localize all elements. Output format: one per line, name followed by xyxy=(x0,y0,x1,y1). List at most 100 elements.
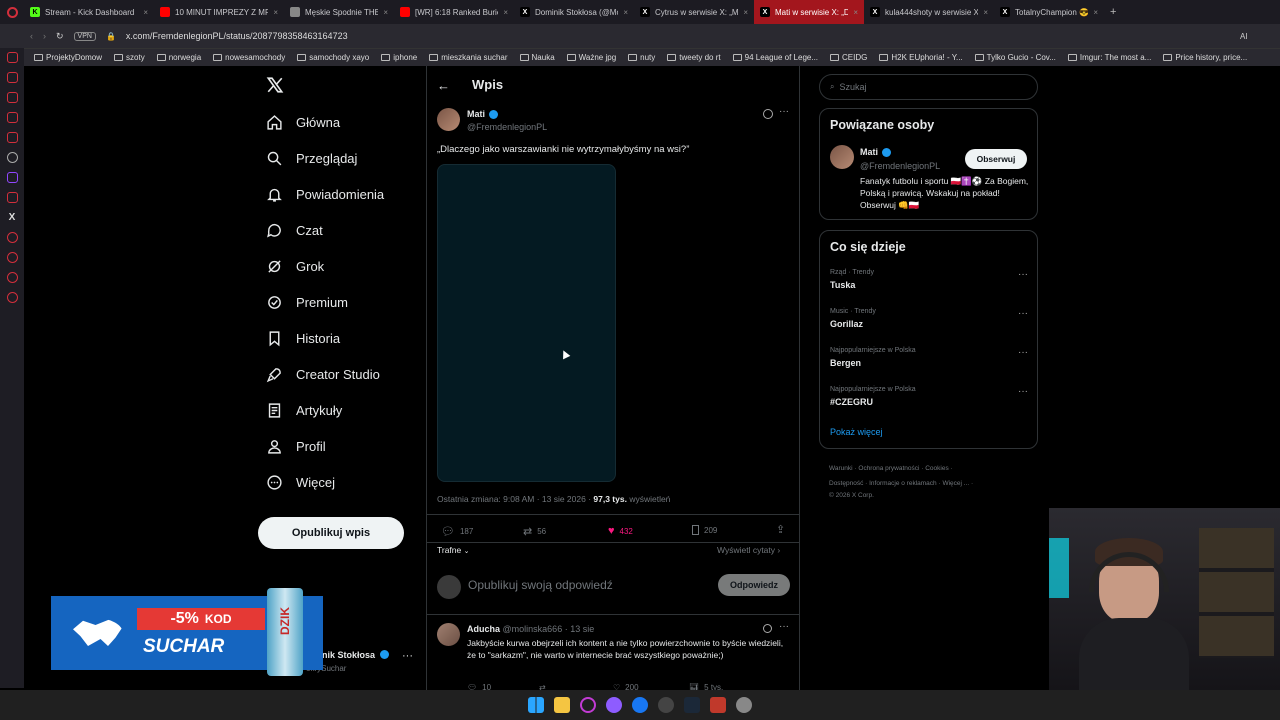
tab-close-icon[interactable]: × xyxy=(143,8,148,17)
steam-icon[interactable] xyxy=(684,697,700,713)
obs-icon[interactable] xyxy=(658,697,674,713)
more-dots-icon[interactable]: ··· xyxy=(1018,386,1028,397)
search-input[interactable]: ⌕ Szukaj xyxy=(819,74,1038,100)
more-dots-icon[interactable]: ··· xyxy=(1018,347,1028,358)
bookmark-item[interactable]: mieszkania suchar xyxy=(429,53,508,62)
post-video[interactable] xyxy=(437,164,616,482)
tab-close-icon[interactable]: × xyxy=(503,8,508,17)
nav-item-search[interactable]: Przeglądaj xyxy=(266,140,426,176)
opera-icon[interactable] xyxy=(580,697,596,713)
bookmark-item[interactable]: norwegia xyxy=(156,53,201,62)
reply-input[interactable]: Opublikuj swoją odpowiedź xyxy=(468,578,613,592)
more-dots-icon[interactable]: ··· xyxy=(1018,269,1028,280)
browser-tab[interactable]: X Dominik Stokłosa (@Mokr × xyxy=(514,0,634,24)
bookmark-item[interactable]: 94 League of Lege... xyxy=(732,53,818,62)
nav-item-home[interactable]: Główna xyxy=(266,104,426,140)
back-arrow-icon[interactable]: ‹ xyxy=(30,31,33,41)
more-dots-icon[interactable]: ··· xyxy=(779,106,789,117)
sidebar-app-icon[interactable] xyxy=(6,272,18,283)
related-name[interactable]: Mati xyxy=(860,147,878,157)
sidebar-app-icon[interactable] xyxy=(6,52,18,63)
ai-button[interactable]: AI xyxy=(1240,32,1248,41)
lock-icon[interactable]: 🔒 xyxy=(106,32,116,41)
sort-replies-dropdown[interactable]: Trafne ⌄ xyxy=(437,545,470,555)
tab-close-icon[interactable]: × xyxy=(273,8,278,17)
bookmark-item[interactable]: Ważne jpg xyxy=(566,53,616,62)
sidebar-app-icon[interactable] xyxy=(6,112,18,123)
bookmark-item[interactable]: Tylko Gucio - Cov... xyxy=(974,53,1056,62)
more-dots-icon[interactable]: ··· xyxy=(402,650,413,662)
bookmark-item[interactable]: Nauka xyxy=(519,53,555,62)
forward-arrow-icon[interactable]: › xyxy=(43,31,46,41)
like-action[interactable]: ♥ 432 xyxy=(608,525,633,537)
author-name[interactable]: Mati xyxy=(467,109,485,119)
browser-tab[interactable]: X Mati w serwisie X: „Dlacz × xyxy=(754,0,864,24)
footer-link[interactable]: Informacje o reklamach xyxy=(869,480,937,487)
trend-item[interactable]: Rząd · Trendy Tuska ··· xyxy=(830,269,1028,290)
vpn-badge[interactable]: VPN xyxy=(73,31,96,41)
trend-item[interactable]: Najpopularniejsze w Polska Bergen ··· xyxy=(830,347,1028,368)
browser-tab[interactable]: Xkula444shoty w serwisie X × xyxy=(864,0,994,24)
nav-item-rocket[interactable]: Creator Studio xyxy=(266,356,426,392)
trend-item[interactable]: Music · Trendy Gorillaz ··· xyxy=(830,308,1028,329)
author-handle[interactable]: @FremdenlegionPL xyxy=(467,122,547,132)
reply-button[interactable]: Odpowiedz xyxy=(718,574,790,596)
trend-item[interactable]: Najpopularniejsze w Polska #CZEGRU ··· xyxy=(830,386,1028,407)
follow-button[interactable]: Obserwuj xyxy=(965,149,1027,169)
nav-item-chat[interactable]: Czat xyxy=(266,212,426,248)
browser-tab[interactable]: X Cytrus w serwisie X: „Man × xyxy=(634,0,754,24)
browser-tab[interactable]: 10 MINUT IMPREZY Z MR × xyxy=(154,0,284,24)
browser-tab[interactable]: K Stream - Kick Dashboard × xyxy=(24,0,154,24)
sidebar-app-icon[interactable] xyxy=(6,72,18,83)
windows-start-icon[interactable] xyxy=(528,697,544,713)
post-timestamp[interactable]: Ostatnia zmiana: 9:08 AM · 13 sie 2026 · xyxy=(437,494,593,504)
nav-item-person[interactable]: Profil xyxy=(266,428,426,464)
nav-item-premium[interactable]: Premium xyxy=(266,284,426,320)
back-arrow-icon[interactable]: ← xyxy=(437,78,450,93)
browser-tab[interactable]: Męskie Spodnie THE NOR × xyxy=(284,0,394,24)
bookmark-action[interactable]: 209 xyxy=(692,525,717,535)
tab-close-icon[interactable]: × xyxy=(383,8,388,17)
related-avatar[interactable] xyxy=(830,145,854,169)
bookmark-item[interactable]: CEIDG xyxy=(830,53,867,62)
tab-close-icon[interactable]: × xyxy=(1093,8,1098,17)
view-quotes-link[interactable]: Wyświetl cytaty › xyxy=(717,545,780,555)
nav-item-grok[interactable]: Grok xyxy=(266,248,426,284)
reply-author-avatar[interactable] xyxy=(437,623,460,646)
x-icon[interactable]: X xyxy=(9,212,16,223)
sidebar-app-icon[interactable] xyxy=(6,192,18,203)
reply-author-handle[interactable]: @molinska666 xyxy=(503,624,563,634)
bookmark-item[interactable]: tweety do rt xyxy=(667,53,721,62)
reply-time[interactable]: · 13 sie xyxy=(565,624,595,634)
reload-icon[interactable]: ↻ xyxy=(56,31,64,42)
bookmark-item[interactable]: szoty xyxy=(114,53,145,62)
new-tab-button[interactable]: + xyxy=(1110,6,1116,18)
bookmark-item[interactable]: Price history, price... xyxy=(1163,53,1247,62)
tab-close-icon[interactable]: × xyxy=(743,8,748,17)
facebook-icon[interactable] xyxy=(632,697,648,713)
avatar[interactable] xyxy=(437,108,460,131)
bookmark-item[interactable]: H2K EUphoria! - Y... xyxy=(879,53,963,62)
sidebar-app-icon[interactable] xyxy=(6,132,18,143)
bookmark-item[interactable]: samochody xayo xyxy=(297,53,369,62)
repost-action[interactable]: ⇄ 56 xyxy=(523,525,546,538)
nav-item-bookmark[interactable]: Historia xyxy=(266,320,426,356)
bookmark-item[interactable]: ProjektyDomow xyxy=(34,53,102,62)
tab-close-icon[interactable]: × xyxy=(623,8,628,17)
shield-icon[interactable] xyxy=(710,697,726,713)
bookmark-item[interactable]: iphone xyxy=(381,53,417,62)
bookmark-item[interactable]: Imgur: The most a... xyxy=(1067,53,1151,62)
footer-link[interactable]: Cookies xyxy=(925,465,948,472)
sidebar-app-icon[interactable] xyxy=(6,152,18,163)
reply-action[interactable]: 💬︎ 187 xyxy=(441,525,473,538)
browser-tab[interactable]: X TotalnyChampion 😎👊 w × xyxy=(994,0,1104,24)
file-explorer-icon[interactable] xyxy=(554,697,570,713)
opera-logo-icon[interactable] xyxy=(0,0,24,24)
nav-item-more[interactable]: Więcej xyxy=(266,464,426,500)
related-handle[interactable]: @FremdenlegionPL xyxy=(860,161,940,171)
footer-link[interactable]: Dostępność xyxy=(829,480,863,487)
x-logo-icon[interactable] xyxy=(266,76,284,94)
messenger-icon[interactable] xyxy=(606,697,622,713)
more-dots-icon[interactable]: ··· xyxy=(1018,308,1028,319)
more-dots-icon[interactable]: ··· xyxy=(779,621,789,632)
